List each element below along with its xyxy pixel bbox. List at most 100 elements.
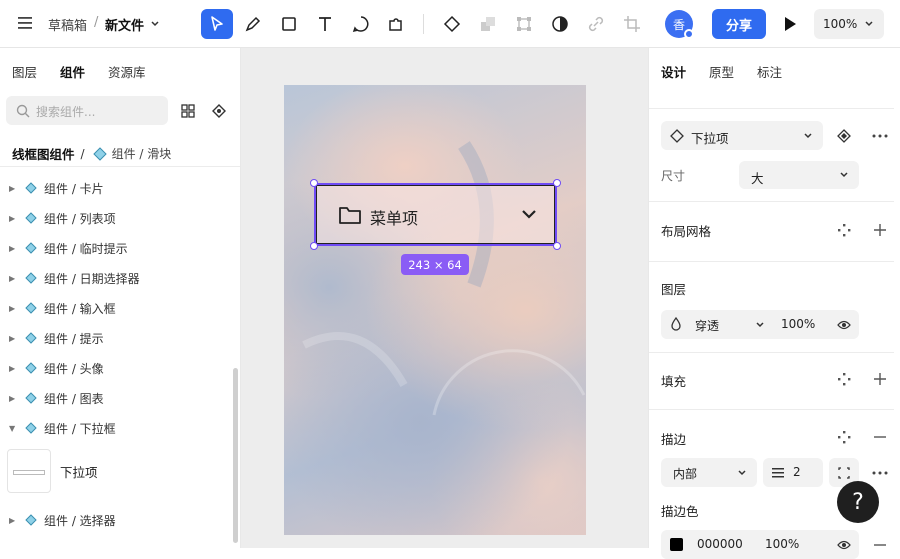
component-diamond-icon [25, 332, 37, 344]
tree-item[interactable]: ▶ 组件 / 列表项 [0, 203, 235, 233]
eye-icon[interactable] [837, 320, 851, 330]
file-name[interactable]: 新文件 [105, 15, 144, 34]
color-swatch[interactable] [670, 538, 683, 551]
scrollbar[interactable] [233, 368, 238, 543]
tab-assets[interactable]: 资源库 [108, 62, 146, 81]
expand-arrow-icon[interactable]: ▶ [9, 516, 15, 525]
more-options-icon[interactable] [870, 126, 890, 146]
remove-stroke-color-icon[interactable] [870, 535, 890, 555]
text-tool-button[interactable] [309, 9, 341, 39]
component-library-icon[interactable] [211, 103, 227, 122]
collapse-arrow-icon[interactable]: ▼ [9, 424, 15, 433]
expand-arrow-icon[interactable]: ▶ [9, 304, 15, 313]
tree-item[interactable]: ▶ 组件 / 图表 [0, 383, 235, 413]
tree-item-selector[interactable]: ▶ 组件 / 选择器 [0, 505, 235, 535]
rectangle-tool-button[interactable] [273, 9, 305, 39]
add-fill-icon[interactable] [870, 369, 890, 389]
chevron-down-icon[interactable] [150, 18, 160, 32]
expand-arrow-icon[interactable]: ▶ [9, 364, 15, 373]
stroke-position-value: 内部 [673, 467, 698, 481]
hamburger-menu-icon[interactable] [18, 16, 34, 30]
folder-icon [339, 207, 361, 224]
size-dropdown[interactable]: 大 [739, 161, 859, 189]
search-placeholder: 搜索组件... [36, 105, 96, 119]
add-layout-grid-icon[interactable] [870, 220, 890, 240]
move-tool-button[interactable] [201, 9, 233, 39]
expand-arrow-icon[interactable]: ▶ [9, 334, 15, 343]
layer-title: 图层 [661, 282, 687, 297]
tab-design[interactable]: 设计 [661, 62, 686, 81]
style-icon[interactable] [834, 427, 854, 447]
tab-inspect[interactable]: 标注 [757, 62, 782, 81]
zoom-dropdown[interactable]: 100% [814, 9, 884, 39]
expand-arrow-icon[interactable]: ▶ [9, 274, 15, 283]
path-root[interactable]: 线框图组件 [12, 144, 75, 163]
comment-tool-button[interactable] [345, 9, 377, 39]
left-panel: 图层 组件 资源库 搜索组件... 线框图组件 / 组件 / 滑块 ▶ 组件 / … [0, 48, 241, 548]
remove-stroke-icon[interactable] [870, 427, 890, 447]
frame-button[interactable] [508, 9, 540, 39]
stroke-color-opacity[interactable]: 100% [765, 537, 799, 551]
canvas[interactable]: 菜单项 243 × 64 [241, 48, 648, 548]
stroke-color-row[interactable]: 000000 100% [661, 530, 859, 559]
breadcrumb-folder[interactable]: 草稿箱 [48, 15, 87, 34]
tree-item-label: 组件 / 下拉框 [44, 421, 116, 436]
cursor-icon [211, 16, 223, 31]
style-icon[interactable] [834, 220, 854, 240]
tab-layers[interactable]: 图层 [12, 62, 37, 81]
layer-opacity-value[interactable]: 100% [781, 317, 815, 331]
artboard-swirl-decoration [302, 141, 586, 416]
tree-item[interactable]: ▶ 组件 / 提示 [0, 323, 235, 353]
style-icon[interactable] [834, 369, 854, 389]
expand-arrow-icon[interactable]: ▶ [9, 244, 15, 253]
boolean-button[interactable] [472, 9, 504, 39]
stroke-weight-icon [772, 468, 784, 478]
resize-handle[interactable] [553, 242, 561, 250]
resize-handle[interactable] [310, 242, 318, 250]
search-input[interactable]: 搜索组件... [6, 96, 168, 125]
expand-arrow-icon[interactable]: ▶ [9, 214, 15, 223]
component-diamond-icon [25, 272, 37, 284]
component-diamond-icon [25, 392, 37, 404]
resize-handle[interactable] [310, 179, 318, 187]
help-button[interactable]: ? [837, 481, 879, 523]
crop-button[interactable] [616, 9, 648, 39]
blend-mode-row[interactable]: 穿透 100% [661, 310, 859, 339]
tree-item[interactable]: ▶ 组件 / 输入框 [0, 293, 235, 323]
tab-prototype[interactable]: 原型 [709, 62, 734, 81]
pen-tool-button[interactable] [237, 9, 269, 39]
selected-dropdown-component[interactable]: 菜单项 [314, 183, 557, 246]
tree-item[interactable]: ▶ 组件 / 临时提示 [0, 233, 235, 263]
more-options-icon[interactable] [870, 463, 890, 483]
tree-item[interactable]: ▶ 组件 / 卡片 [0, 173, 235, 203]
divider [649, 108, 894, 109]
grid-view-icon[interactable] [181, 104, 195, 121]
expand-arrow-icon[interactable]: ▶ [9, 394, 15, 403]
comment-icon [352, 16, 369, 33]
tree-item[interactable]: ▶ 组件 / 日期选择器 [0, 263, 235, 293]
eye-icon[interactable] [837, 540, 851, 550]
share-button[interactable]: 分享 [712, 9, 766, 39]
chevron-down-icon [522, 210, 536, 219]
component-button[interactable] [436, 9, 468, 39]
component-diamond-icon [25, 514, 37, 526]
expanded-item-row[interactable]: 下拉项 [0, 443, 235, 499]
tree-item[interactable]: ▶ 组件 / 头像 [0, 353, 235, 383]
stroke-position-dropdown[interactable]: 内部 [661, 458, 757, 487]
resize-handle[interactable] [553, 179, 561, 187]
mask-button[interactable] [544, 9, 576, 39]
stroke-width-input[interactable]: 2 [763, 458, 823, 487]
expand-arrow-icon[interactable]: ▶ [9, 184, 15, 193]
tree-item[interactable]: ▼ 组件 / 下拉框 [0, 413, 235, 443]
plugin-tool-button[interactable] [380, 9, 412, 39]
mask-icon [552, 16, 568, 32]
component-selector[interactable]: 下拉项 [661, 121, 823, 150]
avatar[interactable]: 香 [665, 10, 694, 39]
top-toolbar: 草稿箱 / 新文件 香 分享 100% [0, 0, 900, 48]
play-icon[interactable] [782, 15, 798, 36]
go-to-main-component-icon[interactable] [834, 126, 854, 146]
link-button[interactable] [580, 9, 612, 39]
component-path: 线框图组件 / 组件 / 滑块 [12, 144, 171, 163]
tab-components[interactable]: 组件 [60, 62, 85, 81]
stroke-color-hex[interactable]: 000000 [697, 537, 743, 551]
